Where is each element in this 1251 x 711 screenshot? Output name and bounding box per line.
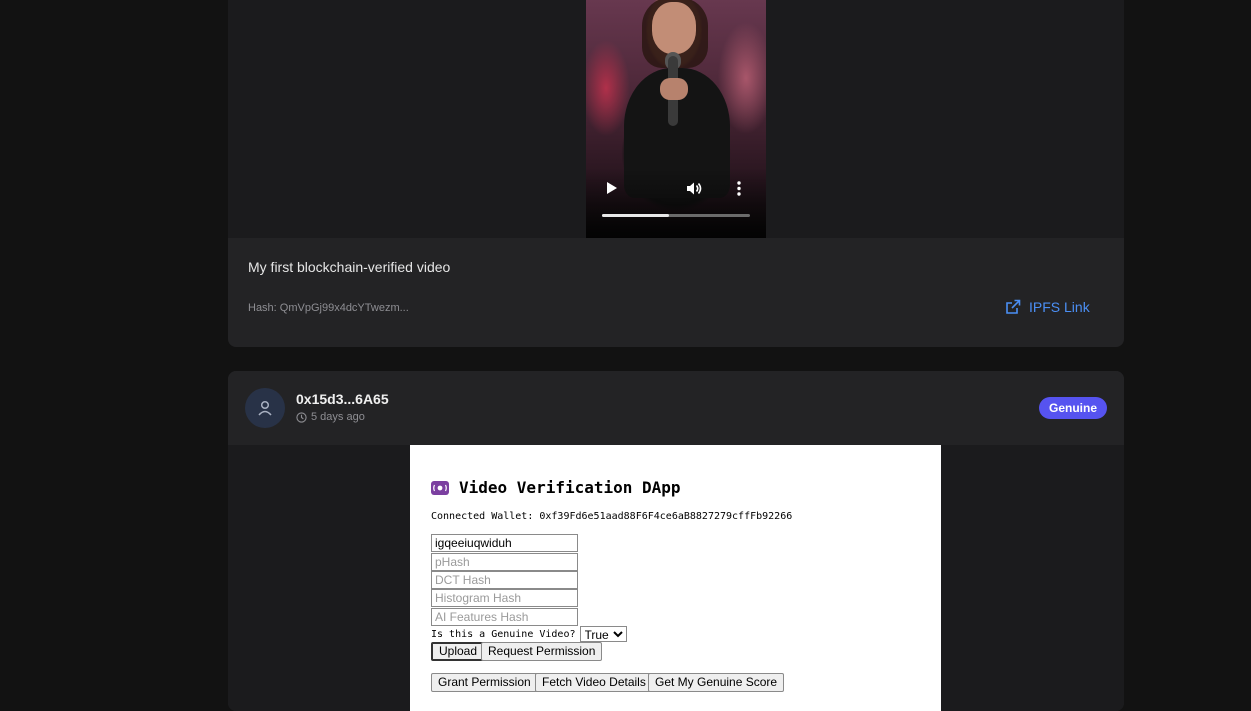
volume-icon[interactable]	[686, 181, 703, 199]
more-options-icon[interactable]	[737, 181, 741, 198]
ipfs-hash: Hash: QmVpGj99x4dcYTwezm...	[248, 302, 409, 314]
video-camera-icon	[431, 480, 449, 495]
avatar	[245, 388, 285, 428]
genuine-select[interactable]: True	[579, 626, 627, 642]
grant-permission-button[interactable]: Grant Permission	[431, 673, 538, 692]
video-progress-fill	[602, 214, 669, 217]
post-time-text: 5 days ago	[311, 411, 365, 423]
video-title-input[interactable]	[431, 534, 578, 552]
video-frame-hand	[660, 78, 688, 100]
dapp-title-text: Video Verification DApp	[459, 478, 681, 497]
dapp-screenshot-frame: Video Verification DApp Connected Wallet…	[410, 445, 941, 711]
dapp-title: Video Verification DApp	[431, 478, 681, 497]
ipfs-link[interactable]: IPFS Link	[1005, 299, 1090, 315]
user-icon	[258, 400, 272, 416]
external-link-icon	[1006, 299, 1021, 314]
video-player[interactable]	[586, 0, 766, 238]
post-header: 0x15d3...6A65 5 days ago Genuine	[228, 371, 1124, 445]
post-timestamp: 5 days ago	[296, 411, 365, 423]
video-post-card: My first blockchain-verified video Hash:…	[228, 0, 1124, 347]
histogram-hash-input[interactable]	[431, 589, 578, 607]
phash-input[interactable]	[431, 553, 578, 571]
video-media-area	[228, 0, 1124, 238]
genuine-question-label: Is this a Genuine Video?	[431, 628, 576, 640]
video-media-area: Video Verification DApp Connected Wallet…	[228, 445, 1124, 711]
genuine-score-button[interactable]: Get My Genuine Score	[648, 673, 785, 692]
dct-hash-input[interactable]	[431, 571, 578, 589]
video-controls	[586, 168, 766, 238]
genuine-question-row: Is this a Genuine Video? True	[431, 626, 627, 642]
upload-button[interactable]: Upload	[431, 642, 486, 661]
fetch-video-details-button[interactable]: Fetch Video Details	[535, 673, 653, 692]
video-post-card: 0x15d3...6A65 5 days ago Genuine Video V…	[228, 371, 1124, 711]
owner-address: 0x15d3...6A65	[296, 391, 389, 407]
clock-icon	[296, 411, 307, 423]
play-icon[interactable]	[606, 181, 618, 198]
connected-wallet: Connected Wallet: 0xf39Fd6e51aad88F6F4ce…	[431, 511, 793, 522]
video-frame-face	[652, 2, 696, 54]
video-caption: My first blockchain-verified video	[248, 259, 451, 275]
ipfs-link-label: IPFS Link	[1029, 299, 1090, 315]
ai-features-hash-input[interactable]	[431, 608, 578, 626]
status-badge: Genuine	[1039, 397, 1107, 419]
video-progress-bar[interactable]	[602, 214, 750, 217]
request-permission-button[interactable]: Request Permission	[481, 642, 603, 661]
